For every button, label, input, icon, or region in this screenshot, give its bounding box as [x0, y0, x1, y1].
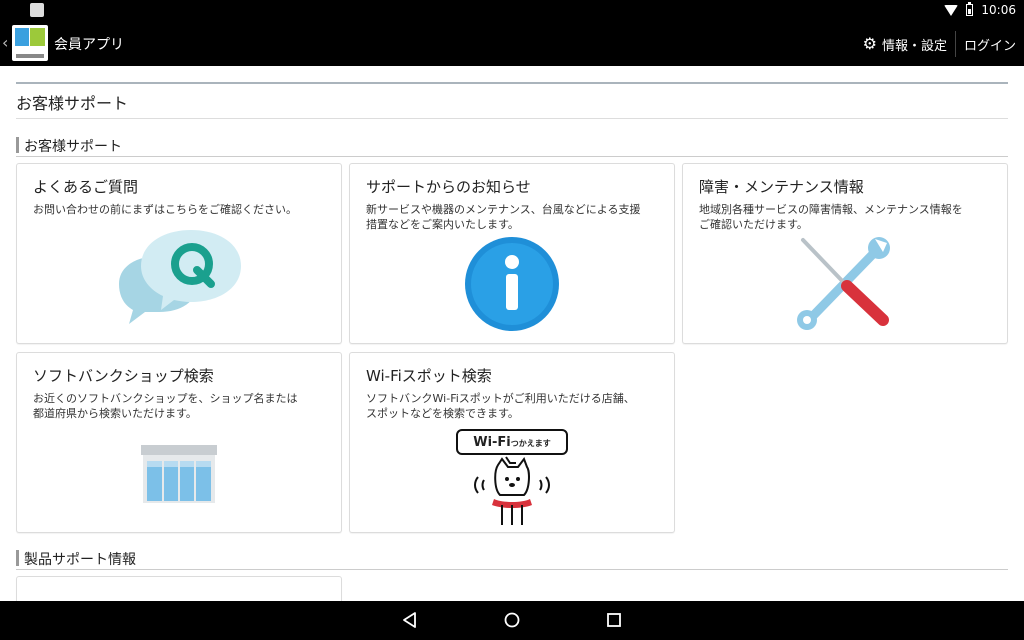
status-icons: 10:06: [944, 2, 1016, 17]
card-title: ソフトバンクショップ検索: [33, 367, 214, 385]
app-title: 会員アプリ: [54, 37, 124, 53]
top-rule: [16, 82, 1008, 84]
wifi-badge: Wi-Fiつかえます: [456, 429, 568, 455]
page-title: お客様サポート: [16, 94, 129, 113]
card-support-news[interactable]: サポートからのお知らせ 新サービスや機器のメンテナンス、台風などによる支援 措置…: [349, 163, 675, 344]
card-faq[interactable]: よくあるご質問 お問い合わせの前にまずはこちらをご確認ください。: [16, 163, 342, 344]
battery-icon: [966, 2, 974, 16]
nav-back-icon[interactable]: [400, 610, 420, 630]
faq-q-bubble-icon: [119, 230, 241, 324]
nav-recents-icon[interactable]: [604, 610, 624, 630]
card-wifi-spot-search[interactable]: Wi-Fiスポット検索 ソフトバンクWi-Fiスポットがご利用いただける店舗、 …: [349, 352, 675, 533]
settings-button[interactable]: ⚙ 情報・設定: [855, 22, 955, 66]
nav-home-icon[interactable]: [502, 610, 522, 630]
card-description: ソフトバンクWi-Fiスポットがご利用いただける店舗、 スポットなどを検索できま…: [366, 392, 635, 420]
shop-icon: [141, 445, 217, 503]
notification-icon: [30, 3, 44, 17]
card-product-partial[interactable]: [16, 576, 342, 601]
app-logo-icon[interactable]: [12, 25, 48, 61]
login-button[interactable]: ログイン: [956, 35, 1024, 54]
info-icon: [465, 237, 559, 331]
card-description: 地域別各種サービスの障害情報、メンテナンス情報を ご確認いただけます。: [699, 203, 963, 231]
card-title: Wi-Fiスポット検索: [366, 367, 492, 385]
card-description: お問い合わせの前にまずはこちらをご確認ください。: [33, 203, 297, 216]
section-header-product: 製品サポート情報: [16, 547, 1008, 570]
card-shop-search[interactable]: ソフトバンクショップ検索 お近くのソフトバンクショップを、ショップ名または 都道…: [16, 352, 342, 533]
app-bar: ‹ 会員アプリ ⚙ 情報・設定 ログイン: [0, 22, 1024, 66]
app-bar-actions: ⚙ 情報・設定 ログイン: [855, 22, 1024, 66]
card-description: 新サービスや機器のメンテナンス、台風などによる支援 措置などをご案内いたします。: [366, 203, 641, 231]
gear-icon: ⚙: [862, 34, 877, 53]
card-outage-maintenance[interactable]: 障害・メンテナンス情報 地域別各種サービスの障害情報、メンテナンス情報を ご確認…: [682, 163, 1008, 344]
wifi-signal-icon: [944, 4, 959, 16]
card-description: お近くのソフトバンクショップを、ショップ名または 都道府県から検索いただけます。: [33, 392, 298, 420]
title-divider: [16, 118, 1008, 119]
section-header-support: お客様サポート: [16, 134, 1008, 157]
card-title: よくあるご質問: [33, 178, 139, 196]
status-bar: 10:06: [0, 0, 1024, 22]
main-content[interactable]: お客様サポート お客様サポート よくあるご質問 お問い合わせの前にまずはこちらを…: [0, 66, 1024, 601]
card-title: サポートからのお知らせ: [366, 178, 531, 196]
settings-label: 情報・設定: [881, 38, 947, 54]
navigation-bar: [0, 601, 1024, 640]
section-label: 製品サポート情報: [24, 552, 136, 568]
back-chevron-icon[interactable]: ‹: [2, 33, 8, 52]
card-title: 障害・メンテナンス情報: [699, 178, 864, 196]
section-label: お客様サポート: [24, 139, 122, 155]
wifi-dog-icon: [474, 456, 550, 525]
status-time: 10:06: [981, 3, 1016, 17]
tools-icon: [797, 237, 890, 330]
